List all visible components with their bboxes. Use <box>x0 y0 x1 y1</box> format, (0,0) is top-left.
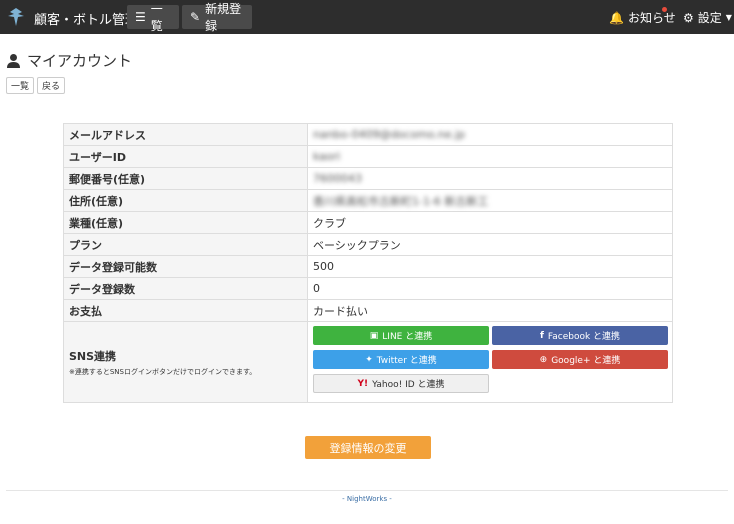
sns-title: SNS連携 <box>69 349 117 363</box>
table-row: お支払 カード払い <box>64 300 672 322</box>
notice-label: お知らせ <box>627 11 676 25</box>
google-connect-button[interactable]: ⊕ Google+ と連携 <box>492 350 668 369</box>
sns-grid: ▣ LINE と連携 f Facebook と連携 ✦ Twitter と連携 … <box>308 322 672 402</box>
footer-brand[interactable]: - NightWorks - <box>0 495 734 503</box>
table-row: 業種(任意) クラブ <box>64 212 672 234</box>
sns-buttons-cell: ▣ LINE と連携 f Facebook と連携 ✦ Twitter と連携 … <box>308 322 672 402</box>
update-account-button[interactable]: 登録情報の変更 <box>305 436 431 459</box>
list-button[interactable]: 一覧 <box>6 77 34 94</box>
sns-note: ※連携するとSNSログインボタンだけでログインできます。 <box>69 367 257 376</box>
row-label: 住所(任意) <box>64 190 308 211</box>
facebook-icon: f <box>539 330 544 341</box>
table-row: データ登録可能数 500 <box>64 256 672 278</box>
row-label: 郵便番号(任意) <box>64 168 308 189</box>
row-value: kaori <box>313 150 341 163</box>
row-value: 香川県高松市古新町1-1-6 新古新工 <box>313 194 489 208</box>
footer-divider <box>6 490 728 491</box>
line-connect-button[interactable]: ▣ LINE と連携 <box>313 326 489 345</box>
sns-label-cell: SNS連携 ※連携するとSNSログインボタンだけでログインできます。 <box>64 322 308 402</box>
user-icon <box>7 54 20 68</box>
new-registration-button[interactable]: ✎ 新規登録 <box>182 2 252 33</box>
sns-row: SNS連携 ※連携するとSNSログインボタンだけでログインできます。 ▣ LIN… <box>64 322 672 402</box>
settings-label: 設定 <box>697 11 722 25</box>
table-row: 郵便番号(任意) 7600043 <box>64 168 672 190</box>
row-value: 500 <box>313 260 334 273</box>
top-navbar: 顧客・ボトル管理 ☰ 一覧 ✎ 新規登録 🔔 お知らせ ⚙ 設定 ▼ <box>0 0 734 34</box>
row-label: お支払 <box>64 300 308 321</box>
facebook-connect-label: Facebook と連携 <box>547 332 621 342</box>
row-value: 7600043 <box>313 172 362 185</box>
twitter-connect-label: Twitter と連携 <box>376 356 437 366</box>
list-nav-label: 一覧 <box>150 2 163 33</box>
list-icon: ☰ <box>135 10 146 24</box>
row-value: ベーシックプラン <box>313 238 401 252</box>
bell-icon: 🔔 <box>609 10 624 25</box>
row-value: 0 <box>313 282 320 295</box>
logo-icon[interactable] <box>6 6 26 28</box>
page-title: マイアカウント <box>6 50 132 71</box>
row-label: メールアドレス <box>64 124 308 145</box>
row-label: 業種(任意) <box>64 212 308 233</box>
yahoo-icon: Y! <box>357 378 369 389</box>
google-plus-icon: ⊕ <box>539 354 548 365</box>
app-brand[interactable]: 顧客・ボトル管理 <box>34 9 138 28</box>
twitter-connect-button[interactable]: ✦ Twitter と連携 <box>313 350 489 369</box>
list-nav-button[interactable]: ☰ 一覧 <box>127 2 179 33</box>
back-button[interactable]: 戻る <box>37 77 65 94</box>
caret-down-icon: ▼ <box>725 13 732 22</box>
row-label: データ登録数 <box>64 278 308 299</box>
table-row: 住所(任意) 香川県高松市古新町1-1-6 新古新工 <box>64 190 672 212</box>
line-icon: ▣ <box>369 330 379 341</box>
new-registration-label: 新規登録 <box>205 2 242 33</box>
settings-menu[interactable]: ⚙ 設定 ▼ <box>683 9 732 26</box>
row-value: カード払い <box>313 304 368 318</box>
yahoo-connect-button[interactable]: Y! Yahoo! ID と連携 <box>313 374 489 393</box>
twitter-icon: ✦ <box>365 354 373 365</box>
pencil-icon: ✎ <box>190 10 201 24</box>
table-row: ユーザーID kaori <box>64 146 672 168</box>
notification-badge <box>662 7 667 12</box>
page-title-text: マイアカウント <box>27 52 133 70</box>
table-row: データ登録数 0 <box>64 278 672 300</box>
gear-icon: ⚙ <box>683 10 694 25</box>
google-connect-label: Google+ と連携 <box>551 356 621 366</box>
account-table: メールアドレス nanbo-0409@docomo.ne.jp ユーザーID k… <box>63 123 673 403</box>
row-label: データ登録可能数 <box>64 256 308 277</box>
row-label: ユーザーID <box>64 146 308 167</box>
row-value: nanbo-0409@docomo.ne.jp <box>313 128 466 141</box>
table-row: プラン ベーシックプラン <box>64 234 672 256</box>
row-label: プラン <box>64 234 308 255</box>
yahoo-connect-label: Yahoo! ID と連携 <box>372 380 445 390</box>
line-connect-label: LINE と連携 <box>382 332 433 342</box>
facebook-connect-button[interactable]: f Facebook と連携 <box>492 326 668 345</box>
table-row: メールアドレス nanbo-0409@docomo.ne.jp <box>64 124 672 146</box>
row-value: クラブ <box>313 216 346 230</box>
